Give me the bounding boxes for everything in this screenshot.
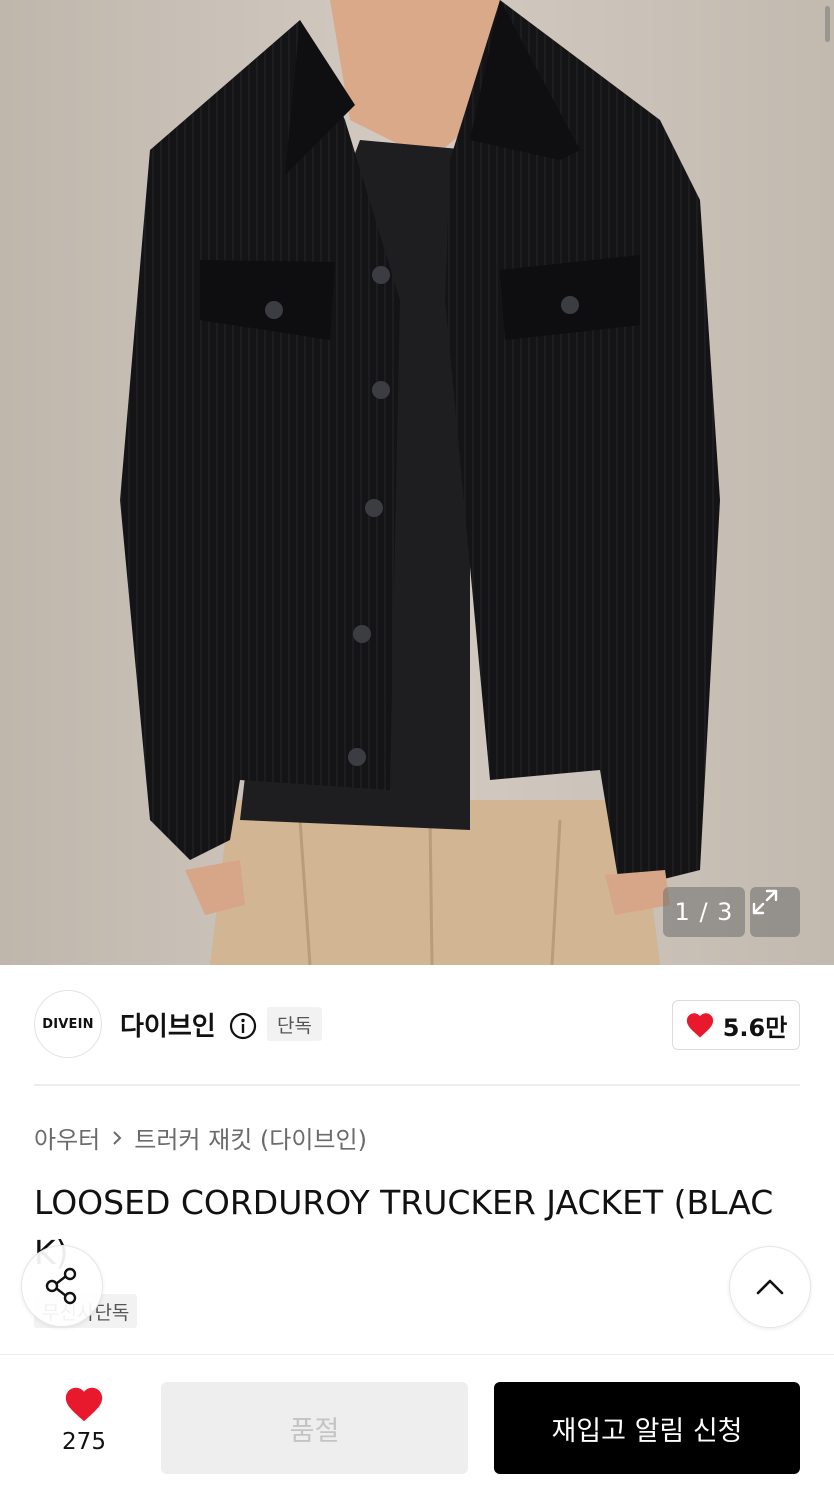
brand-name[interactable]: 다이브인 [120, 1006, 216, 1043]
exclusive-tag: 단독 [267, 1007, 322, 1041]
heart-icon [65, 1387, 103, 1422]
soldout-button[interactable]: 품절 [161, 1382, 468, 1474]
product-title: LOOSED CORDUROY TRUCKER JACKET (BLACK) [34, 1183, 774, 1272]
brand-like-count: 5.6만 [722, 1013, 788, 1042]
restock-alert-button[interactable]: 재입고 알림 신청 [494, 1382, 800, 1474]
expand-image-button[interactable] [750, 887, 800, 937]
image-page-counter: 1 / 3 [663, 887, 745, 937]
share-icon [45, 1267, 77, 1305]
wishlist-button[interactable]: 275 [44, 1385, 124, 1471]
chevron-right-icon [113, 1130, 122, 1145]
divider [34, 1084, 800, 1086]
brand-row: DIVEIN 다이브인 단독 5.6만 [34, 990, 800, 1060]
brand-logo[interactable]: DIVEIN [34, 990, 102, 1058]
breadcrumb-category[interactable]: 아우터 [34, 1120, 100, 1155]
product-photo [0, 0, 834, 965]
breadcrumb-subcategory[interactable]: 트러커 재킷 (다이브인) [134, 1120, 367, 1155]
info-icon[interactable] [229, 1012, 257, 1040]
brand-like-button[interactable]: 5.6만 [672, 1000, 800, 1050]
breadcrumb: 아우터 트러커 재킷 (다이브인) [34, 1120, 367, 1155]
wishlist-count: 275 [62, 1429, 106, 1455]
expand-icon [752, 889, 778, 915]
chevron-up-icon [756, 1279, 784, 1295]
scroll-to-top-button[interactable] [729, 1246, 811, 1328]
heart-icon [686, 1013, 713, 1038]
share-button[interactable] [21, 1245, 103, 1327]
bottom-action-bar: 275 품절 재입고 알림 신청 [0, 1354, 834, 1500]
product-image-gallery[interactable]: 1 / 3 [0, 0, 834, 965]
image-scroll-indicator [825, 6, 830, 42]
